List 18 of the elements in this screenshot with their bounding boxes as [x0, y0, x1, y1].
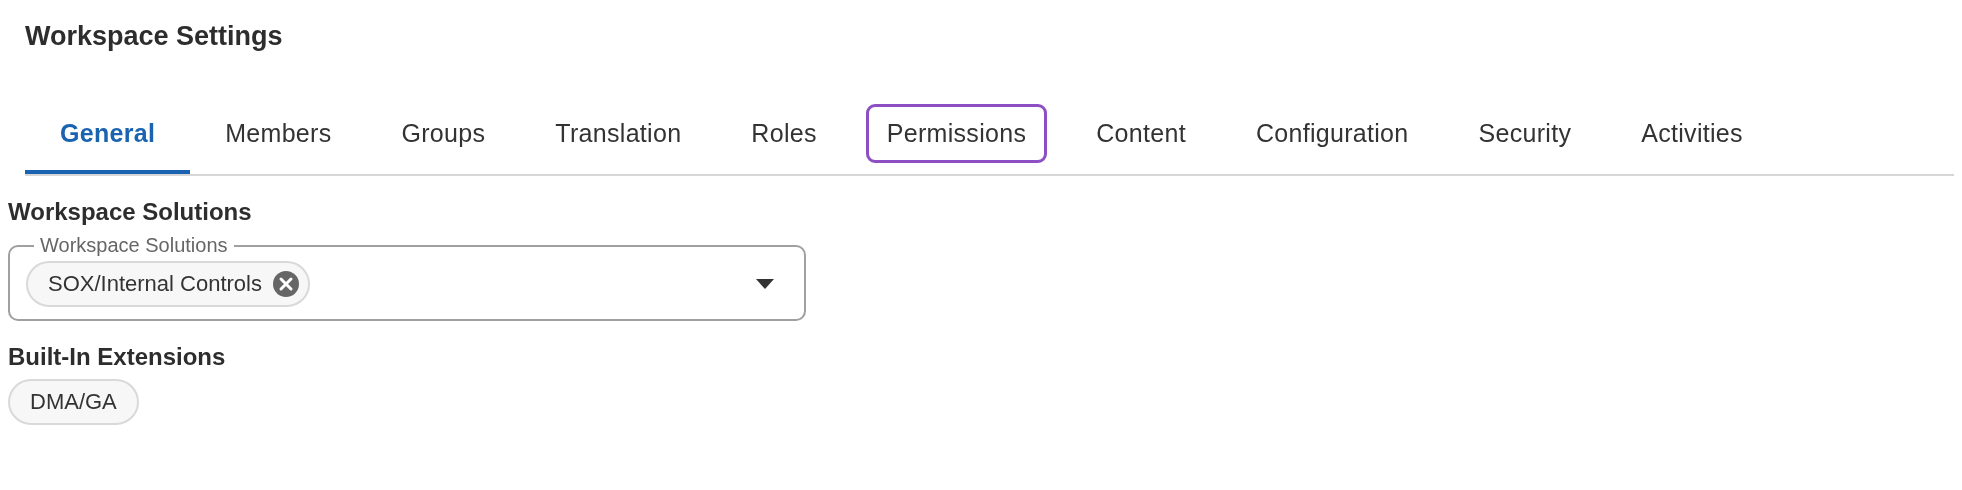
select-field[interactable]: Workspace Solutions SOX/Internal Controls: [8, 234, 806, 321]
section-heading: Workspace Solutions: [8, 198, 253, 226]
caret-icon[interactable]: [756, 279, 774, 289]
tab[interactable]: Translation: [520, 96, 717, 174]
selected-chip[interactable]: SOX/Internal Controls: [26, 261, 310, 307]
tab[interactable]: Roles: [716, 96, 852, 174]
tab[interactable]: Content: [1061, 96, 1221, 174]
tab[interactable]: Members: [190, 96, 367, 174]
page-title: Workspace Settings: [25, 20, 284, 53]
extension-chip: DMA/GA: [8, 379, 139, 425]
tab[interactable]: Activities: [1606, 96, 1778, 174]
tab[interactable]: Security: [1443, 96, 1607, 174]
tab[interactable]: Configuration: [1220, 96, 1444, 174]
clear-icon[interactable]: [272, 270, 300, 298]
tab[interactable]: General: [25, 96, 191, 174]
tab[interactable]: Permissions: [851, 96, 1062, 174]
tab[interactable]: Groups: [366, 96, 521, 174]
section-heading: Built-In Extensions: [8, 343, 227, 371]
